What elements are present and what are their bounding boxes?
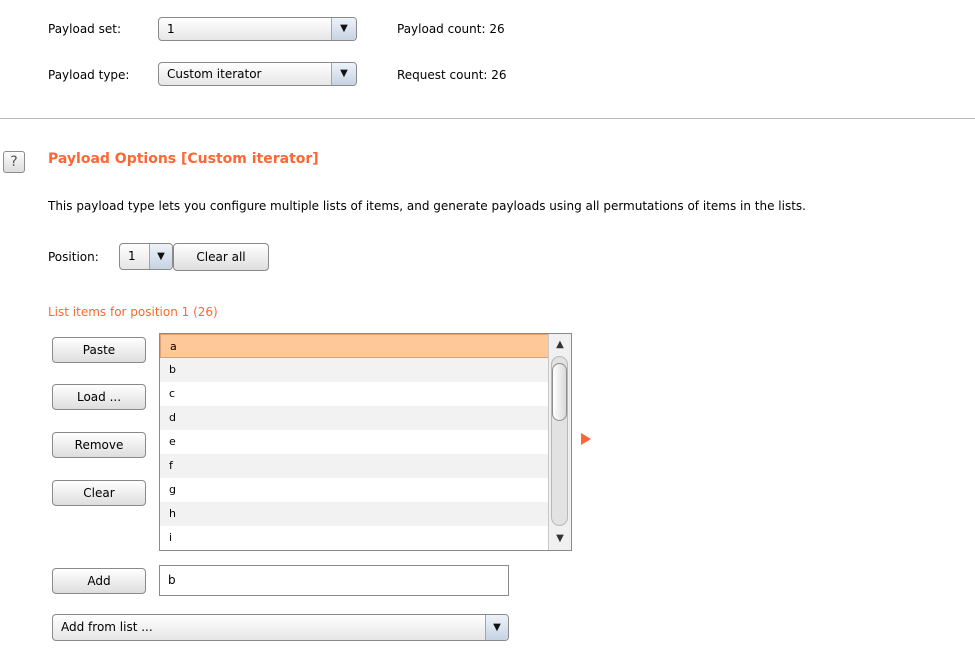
payload-set-label: Payload set:	[48, 22, 121, 36]
scrollbar-thumb[interactable]	[552, 363, 567, 421]
clear-all-button[interactable]: Clear all	[173, 243, 269, 271]
dropdown-arrow-icon: ▼	[149, 244, 172, 269]
list-item[interactable]: h	[160, 502, 550, 526]
payload-settings-panel: Payload set: 1 ▼ Payload count: 26 Paylo…	[0, 0, 975, 119]
section-description: This payload type lets you configure mul…	[48, 199, 806, 213]
add-button[interactable]: Add	[52, 568, 146, 594]
payload-type-label: Payload type:	[48, 68, 130, 82]
dropdown-arrow-icon: ▼	[331, 63, 356, 85]
add-from-list-select[interactable]: Add from list ... ▼	[52, 614, 509, 641]
list-scrollbar[interactable]: ▲ ▼	[548, 334, 571, 550]
load-button[interactable]: Load ...	[52, 384, 146, 410]
payload-type-value: Custom iterator	[167, 67, 262, 81]
request-count: Request count: 26	[397, 68, 507, 82]
position-label: Position:	[48, 250, 99, 264]
scrollbar-track[interactable]	[551, 356, 568, 526]
scroll-down-icon[interactable]: ▼	[549, 530, 571, 548]
list-item[interactable]: a	[160, 334, 550, 358]
scroll-up-icon[interactable]: ▲	[549, 336, 571, 354]
list-items-container: abcdefghi	[160, 334, 550, 550]
add-from-list-value: Add from list ...	[61, 620, 153, 634]
position-select[interactable]: 1 ▼	[119, 243, 173, 270]
list-item[interactable]: c	[160, 382, 550, 406]
dropdown-arrow-icon: ▼	[331, 18, 356, 40]
payload-count: Payload count: 26	[397, 22, 505, 36]
position-value: 1	[128, 249, 136, 263]
add-item-input[interactable]	[168, 573, 498, 587]
list-item[interactable]: d	[160, 406, 550, 430]
remove-button[interactable]: Remove	[52, 432, 146, 458]
clear-button[interactable]: Clear	[52, 480, 146, 506]
list-items[interactable]: abcdefghi ▲ ▼	[159, 333, 572, 551]
payload-set-select[interactable]: 1 ▼	[158, 17, 357, 41]
list-item[interactable]: f	[160, 454, 550, 478]
list-item[interactable]: i	[160, 526, 550, 550]
list-item[interactable]: b	[160, 358, 550, 382]
list-item[interactable]: e	[160, 430, 550, 454]
list-caption: List items for position 1 (26)	[48, 305, 218, 319]
dropdown-arrow-icon: ▼	[485, 615, 508, 640]
list-item[interactable]: g	[160, 478, 550, 502]
paste-button[interactable]: Paste	[52, 337, 146, 363]
section-title: Payload Options [Custom iterator]	[48, 151, 319, 167]
add-item-field[interactable]	[159, 565, 509, 596]
help-icon[interactable]: ?	[3, 151, 25, 173]
payload-set-value: 1	[167, 22, 175, 36]
expand-arrow-icon[interactable]	[581, 433, 591, 445]
payload-type-select[interactable]: Custom iterator ▼	[158, 62, 357, 86]
